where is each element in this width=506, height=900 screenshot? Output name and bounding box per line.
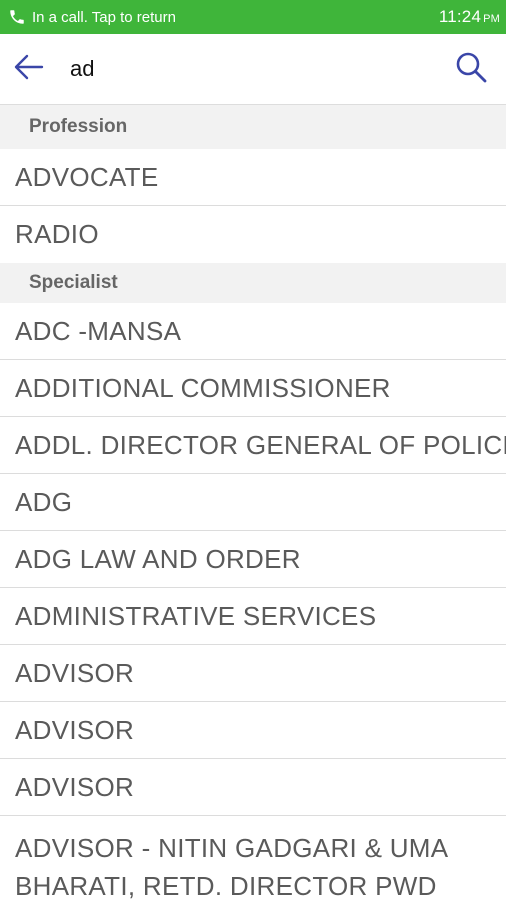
list-item[interactable]: ADVISOR — [0, 759, 506, 816]
list-item[interactable]: ADVISOR — [0, 645, 506, 702]
list-item[interactable]: RADIO — [0, 206, 506, 263]
search-icon — [454, 50, 488, 89]
search-results-list: Profession ADVOCATE RADIO Specialist ADC… — [0, 105, 506, 900]
phone-icon — [8, 8, 26, 26]
arrow-left-icon — [12, 50, 46, 89]
ongoing-call-banner[interactable]: In a call. Tap to return — [8, 8, 176, 26]
search-button[interactable] — [436, 34, 506, 105]
list-item[interactable]: ADMINISTRATIVE SERVICES — [0, 588, 506, 645]
list-item[interactable]: ADVISOR - NITIN GADGARI & UMA BHARATI, R… — [0, 816, 506, 900]
list-item[interactable]: ADDITIONAL COMMISSIONER — [0, 360, 506, 417]
list-item[interactable]: ADG LAW AND ORDER — [0, 531, 506, 588]
clock: 11:24 PM — [439, 7, 500, 27]
section-header-profession: Profession — [0, 105, 506, 149]
list-item[interactable]: ADDL. DIRECTOR GENERAL OF POLICE — [0, 417, 506, 474]
list-item[interactable]: ADVISOR — [0, 702, 506, 759]
list-item[interactable]: ADVOCATE — [0, 149, 506, 206]
clock-time: 11:24 — [438, 7, 482, 26]
list-item[interactable]: ADC -MANSA — [0, 303, 506, 360]
status-bar[interactable]: In a call. Tap to return 11:24 PM — [0, 0, 506, 34]
section-header-specialist: Specialist — [0, 263, 506, 303]
call-status-text: In a call. Tap to return — [32, 8, 176, 26]
search-bar — [0, 34, 506, 105]
back-button[interactable] — [0, 34, 58, 105]
search-input[interactable] — [58, 49, 436, 89]
clock-ampm: PM — [483, 13, 500, 25]
list-item[interactable]: ADG — [0, 474, 506, 531]
